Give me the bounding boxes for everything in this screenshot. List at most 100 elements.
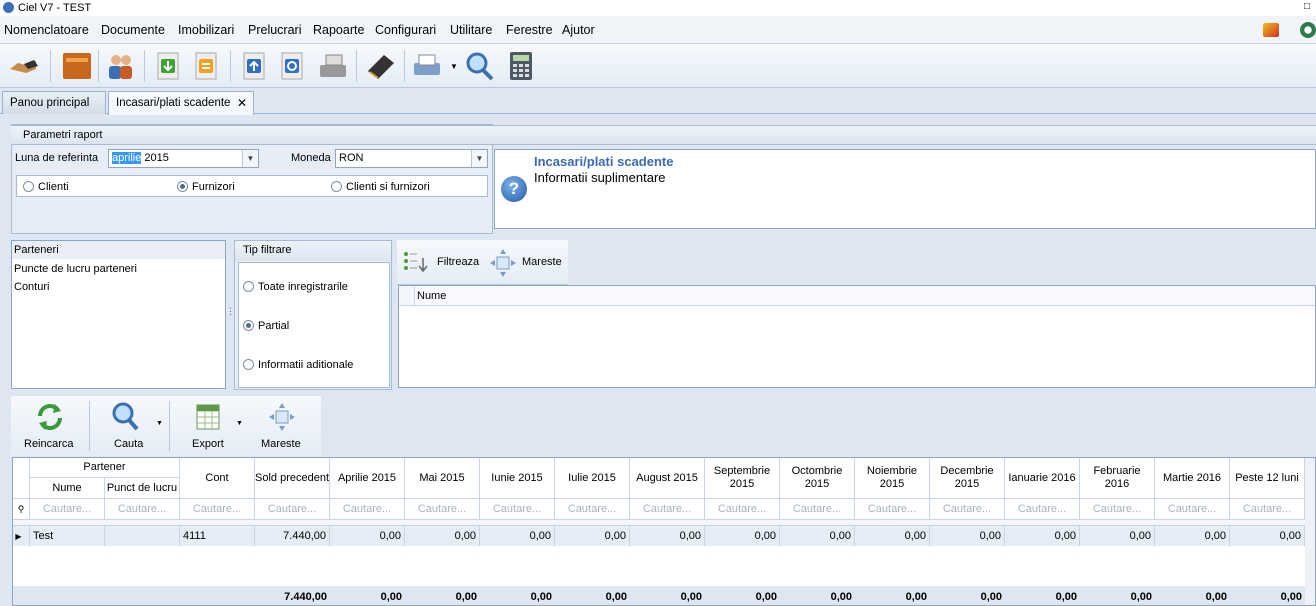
column-header[interactable]: Februarie 2016	[1080, 458, 1155, 499]
mdi-icon[interactable]	[1263, 23, 1279, 37]
filter-cell[interactable]: Cautare...	[255, 499, 330, 520]
reload-button[interactable]: Reincarca	[18, 396, 82, 456]
list-item[interactable]: Parteneri	[12, 241, 225, 259]
column-header[interactable]: Sold precedent	[255, 458, 330, 499]
column-header[interactable]: Septembrie 2015	[705, 458, 780, 499]
filter-cell[interactable]: Cautare...	[330, 499, 405, 520]
folder-icon[interactable]	[60, 49, 94, 83]
column-header[interactable]: Peste 12 luni	[1230, 458, 1305, 499]
month-select[interactable]: aprilie 2015 ▼	[108, 149, 259, 168]
tab-panou-principal[interactable]: Panou principal	[2, 91, 106, 114]
filter-cell[interactable]: Cautare...	[855, 499, 930, 520]
close-icon[interactable]: ✕	[237, 96, 247, 110]
menu-utilitare[interactable]: Utilitare	[450, 23, 492, 37]
export-dropdown-icon[interactable]: ▼	[236, 420, 243, 427]
table-cell[interactable]: 0,00	[930, 526, 1005, 546]
filter-cell[interactable]: Cautare...	[780, 499, 855, 520]
preview-icon[interactable]	[462, 49, 496, 83]
radio-clienti[interactable]: Clienti	[23, 181, 69, 193]
table-cell[interactable]: 0,00	[1005, 526, 1080, 546]
menu-ferestre[interactable]: Ferestre	[506, 23, 553, 37]
filter-cell[interactable]: Cautare...	[705, 499, 780, 520]
calculator-icon[interactable]	[504, 49, 538, 83]
window-control-icon[interactable]: □	[1304, 1, 1316, 14]
column-header-punct[interactable]: Punct de lucru	[105, 478, 180, 499]
table-cell[interactable]	[105, 526, 180, 546]
radio-partial[interactable]: Partial	[243, 320, 289, 332]
filter-cell[interactable]: Cautare...	[1080, 499, 1155, 520]
filter-cell[interactable]: Cautare...	[630, 499, 705, 520]
filter-cell[interactable]: Cautare...	[180, 499, 255, 520]
currency-select[interactable]: RON ▼	[335, 149, 488, 168]
refresh-doc-icon[interactable]	[276, 49, 310, 83]
menu-prelucrari[interactable]: Prelucrari	[248, 23, 302, 37]
table-cell[interactable]: 0,00	[705, 526, 780, 546]
filter-icon[interactable]	[401, 248, 431, 278]
book-icon[interactable]	[364, 49, 398, 83]
filter-cell[interactable]: Cautare...	[1005, 499, 1080, 520]
menu-documente[interactable]: Documente	[101, 23, 165, 37]
radio-furnizori[interactable]: Furnizori	[177, 181, 235, 193]
radio-informatii[interactable]: Informatii aditionale	[243, 359, 353, 371]
grid-scrollbar[interactable]	[1305, 458, 1315, 605]
column-header[interactable]: Martie 2016	[1155, 458, 1230, 499]
column-header[interactable]: Aprilie 2015	[330, 458, 405, 499]
print-dropdown-icon[interactable]: ▼	[450, 62, 458, 71]
row-selector[interactable]: ▶	[13, 526, 30, 546]
filter-cell[interactable]: Cautare...	[480, 499, 555, 520]
help-globe-icon[interactable]	[1300, 22, 1316, 38]
filter-label[interactable]: Filtreaza	[437, 256, 479, 268]
chevron-down-icon[interactable]: ▼	[471, 150, 487, 167]
table-cell[interactable]: 4111	[180, 526, 255, 546]
table-cell[interactable]: 0,00	[1230, 526, 1305, 546]
list-item[interactable]: Conturi	[12, 278, 225, 296]
list-item[interactable]: Puncte de lucru parteneri	[12, 260, 225, 278]
chevron-down-icon[interactable]: ▼	[242, 150, 258, 167]
table-cell[interactable]: 0,00	[1080, 526, 1155, 546]
handshake-icon[interactable]	[6, 49, 40, 83]
users-icon[interactable]	[104, 49, 138, 83]
column-header[interactable]: Octombrie 2015	[780, 458, 855, 499]
table-cell[interactable]: 0,00	[855, 526, 930, 546]
table-cell[interactable]: 0,00	[405, 526, 480, 546]
radio-clienti-furnizori[interactable]: Clienti si furnizori	[331, 181, 430, 193]
import-doc-icon[interactable]	[152, 49, 186, 83]
table-cell[interactable]: 0,00	[480, 526, 555, 546]
upload-doc-icon[interactable]	[238, 49, 272, 83]
table-cell[interactable]: Test	[30, 526, 105, 546]
table-cell[interactable]: 7.440,00	[255, 526, 330, 546]
search-dropdown-icon[interactable]: ▼	[156, 420, 163, 427]
filter-cell[interactable]: Cautare...	[405, 499, 480, 520]
column-header[interactable]: August 2015	[630, 458, 705, 499]
maximize-icon[interactable]	[489, 248, 517, 278]
menu-configurari[interactable]: Configurari	[375, 23, 436, 37]
column-header[interactable]: Mai 2015	[405, 458, 480, 499]
maximize-label[interactable]: Mareste	[522, 256, 562, 268]
cash-register-icon[interactable]	[316, 49, 350, 83]
filter-cell[interactable]: Cautare...	[30, 499, 105, 520]
filter-cell[interactable]: Cautare...	[105, 499, 180, 520]
column-header[interactable]: Iulie 2015	[555, 458, 630, 499]
column-header[interactable]: Iunie 2015	[480, 458, 555, 499]
column-header[interactable]: Ianuarie 2016	[1005, 458, 1080, 499]
column-header-nume[interactable]: Nume	[415, 286, 1315, 306]
radio-toate[interactable]: Toate inregistrarile	[243, 281, 348, 293]
tab-incasari-plati[interactable]: Incasari/plati scadente ✕	[108, 91, 254, 115]
column-header[interactable]: Cont	[180, 458, 255, 499]
filter-cell[interactable]: Cautare...	[930, 499, 1005, 520]
transfer-doc-icon[interactable]	[190, 49, 224, 83]
maximize-grid-button[interactable]: Mareste	[254, 396, 314, 456]
column-header[interactable]: Noiembrie 2015	[855, 458, 930, 499]
search-button[interactable]: ▼ Cauta	[96, 396, 163, 456]
filter-cell[interactable]: Cautare...	[1230, 499, 1305, 520]
menu-nomenclatoare[interactable]: Nomenclatoare	[4, 23, 89, 37]
export-button[interactable]: ▼ Export	[176, 396, 246, 456]
menu-ajutor[interactable]: Ajutor	[562, 23, 595, 37]
table-cell[interactable]: 0,00	[1155, 526, 1230, 546]
filter-cell[interactable]: Cautare...	[555, 499, 630, 520]
column-header[interactable]: Decembrie 2015	[930, 458, 1005, 499]
table-cell[interactable]: 0,00	[330, 526, 405, 546]
menu-rapoarte[interactable]: Rapoarte	[313, 23, 364, 37]
table-cell[interactable]: 0,00	[780, 526, 855, 546]
table-cell[interactable]: 0,00	[555, 526, 630, 546]
